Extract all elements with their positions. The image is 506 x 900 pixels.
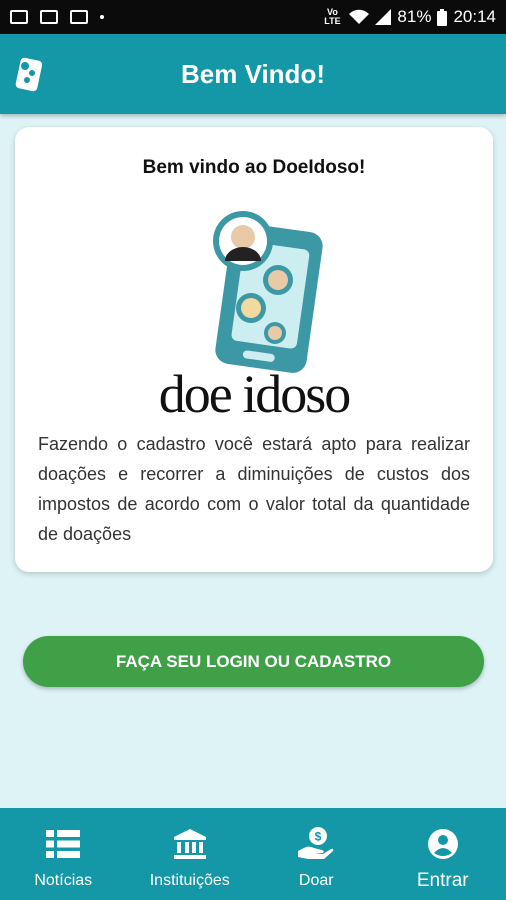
volte-label: Vo LTE: [324, 7, 341, 26]
status-bar: Vo LTE 81% 20:14: [0, 0, 506, 34]
more-notifications-icon: [100, 15, 104, 19]
battery-icon: [437, 8, 448, 26]
page-title: Bem Vindo!: [181, 58, 325, 89]
signal-icon: [375, 9, 392, 25]
gallery-notification-icon: [10, 10, 28, 24]
nav-item-instituicoes[interactable]: Instituições: [127, 808, 254, 900]
battery-percent: 81%: [397, 7, 432, 26]
nav-label-doar: Doar: [298, 872, 334, 889]
nav-item-noticias[interactable]: Notícias: [0, 808, 127, 900]
card-description: Fazendo o cadastro você estará apto para…: [38, 434, 470, 544]
brand-wordmark: doe idoso: [158, 364, 352, 424]
screen-cast-icon: [40, 10, 58, 24]
nav-item-doar[interactable]: $ Doar: [253, 808, 380, 900]
wifi-icon: [349, 9, 370, 24]
doeidoso-phone-illustration: [213, 211, 323, 373]
nav-label-noticias: Notícias: [34, 872, 93, 889]
nav-label-entrar: Entrar: [416, 870, 469, 891]
card-title: Bem vindo ao DoeIdoso!: [142, 157, 366, 178]
nav-item-entrar[interactable]: Entrar: [380, 808, 506, 900]
account-circle-icon: [425, 826, 461, 862]
donate-hand-icon: $: [298, 826, 334, 862]
svg-text:$: $: [315, 830, 322, 844]
bank-icon: [172, 826, 208, 862]
list-icon: [45, 826, 81, 862]
app-bar: Bem Vindo!: [0, 34, 506, 114]
app-logo-icon: [15, 57, 43, 92]
welcome-card: Bem vindo ao DoeIdoso! doe idoso Fazendo…: [15, 127, 493, 572]
laptop-icon: [70, 10, 88, 24]
nav-label-instituicoes: Instituições: [149, 872, 230, 889]
bottom-navigation: Notícias Instituições $ Doar Entrar: [0, 808, 506, 900]
login-register-button[interactable]: FAÇA SEU LOGIN OU CADASTRO: [23, 636, 484, 687]
clock: 20:14: [453, 7, 496, 26]
